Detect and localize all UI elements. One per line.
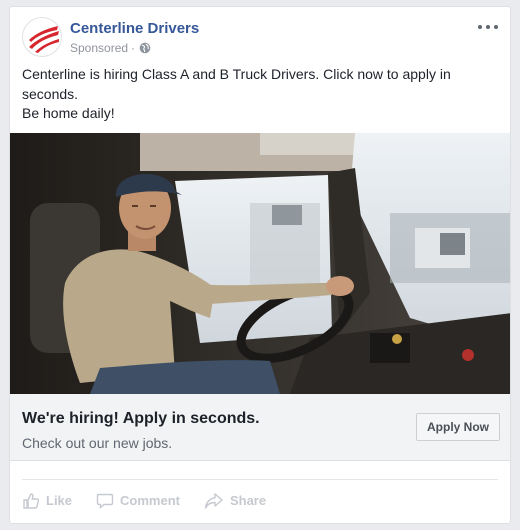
- centerline-logo: [29, 26, 59, 53]
- meta-separator: ·: [131, 41, 136, 55]
- post-meta: Sponsored ·: [70, 41, 151, 55]
- post-text-line: Centerline is hiring Class A and B Truck…: [22, 66, 451, 102]
- ad-photo-truck-driver[interactable]: [10, 133, 510, 394]
- share-label: Share: [229, 493, 267, 508]
- comment-label: Comment: [120, 493, 180, 508]
- sponsored-label[interactable]: Sponsored: [70, 41, 128, 55]
- page-avatar[interactable]: [22, 17, 62, 57]
- like-label: Like: [46, 493, 73, 508]
- globe-icon[interactable]: [139, 42, 151, 54]
- truck-driver-illustration: [10, 133, 510, 394]
- share-button[interactable]: Share: [204, 490, 266, 510]
- sponsored-post-card: Centerline Drivers Sponsored · Centerlin…: [9, 6, 511, 524]
- comment-bubble-icon: [96, 493, 114, 509]
- share-arrow-icon: [204, 492, 223, 509]
- like-button[interactable]: Like: [22, 490, 72, 510]
- post-text: Centerline is hiring Class A and B Truck…: [22, 65, 496, 124]
- link-description: Check out our new jobs.: [22, 435, 173, 451]
- link-preview[interactable]: We're hiring! Apply in seconds. Check ou…: [10, 394, 510, 461]
- apply-now-button[interactable]: Apply Now: [416, 413, 500, 441]
- post-actions: Like Comment Share: [22, 479, 498, 519]
- thumbs-up-icon: [23, 492, 40, 509]
- more-options-icon[interactable]: [478, 21, 498, 33]
- post-text-line: Be home daily!: [22, 105, 115, 121]
- page-name-link[interactable]: Centerline Drivers: [70, 20, 199, 37]
- post-header: Centerline Drivers Sponsored ·: [22, 17, 498, 61]
- link-headline[interactable]: We're hiring! Apply in seconds.: [22, 410, 260, 428]
- comment-button[interactable]: Comment: [96, 490, 180, 510]
